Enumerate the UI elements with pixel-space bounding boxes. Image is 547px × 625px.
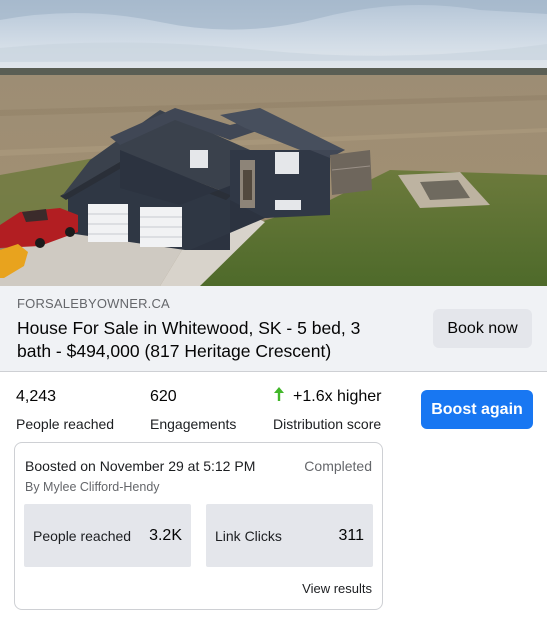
boost-date: Boosted on November 29 at 5:12 PM — [25, 458, 256, 474]
boost-summary-card: Boosted on November 29 at 5:12 PM Comple… — [14, 442, 383, 610]
metric-distribution-score: +1.6x higher Distribution score — [273, 387, 382, 432]
link-domain: FORSALEBYOWNER.CA — [17, 296, 170, 311]
view-results-link[interactable]: View results — [302, 581, 372, 596]
stat-link-clicks: Link Clicks 311 — [206, 504, 373, 567]
metric-people-reached: 4,243 People reached — [16, 387, 114, 432]
stat-label: People reached — [33, 528, 132, 544]
boost-author: By Mylee Clifford-Hendy — [25, 480, 160, 494]
metric-label: Engagements — [150, 416, 237, 432]
metric-label: Distribution score — [273, 416, 382, 432]
metric-label: People reached — [16, 416, 115, 432]
link-title[interactable]: House For Sale in Whitewood, SK - 5 bed,… — [17, 317, 397, 363]
link-preview[interactable]: FORSALEBYOWNER.CA House For Sale in Whit… — [0, 286, 547, 372]
book-now-button[interactable]: Book now — [433, 309, 532, 348]
boost-again-button[interactable]: Boost again — [421, 390, 533, 429]
stat-label: Link Clicks — [215, 528, 282, 544]
stat-value: 311 — [338, 527, 364, 544]
metric-value: 620 — [150, 388, 177, 405]
distribution-score-value: +1.6x higher — [293, 388, 382, 405]
stat-value: 3.2K — [149, 527, 182, 544]
house-photo-image — [0, 0, 547, 286]
metric-value-row: +1.6x higher — [273, 387, 382, 407]
listing-photo[interactable] — [0, 0, 547, 286]
metric-engagements: 620 Engagements — [150, 387, 236, 432]
status-badge: Completed — [304, 458, 372, 474]
up-arrow-icon — [273, 386, 285, 408]
stat-people-reached: People reached 3.2K — [24, 504, 191, 567]
metric-value: 4,243 — [16, 388, 57, 405]
